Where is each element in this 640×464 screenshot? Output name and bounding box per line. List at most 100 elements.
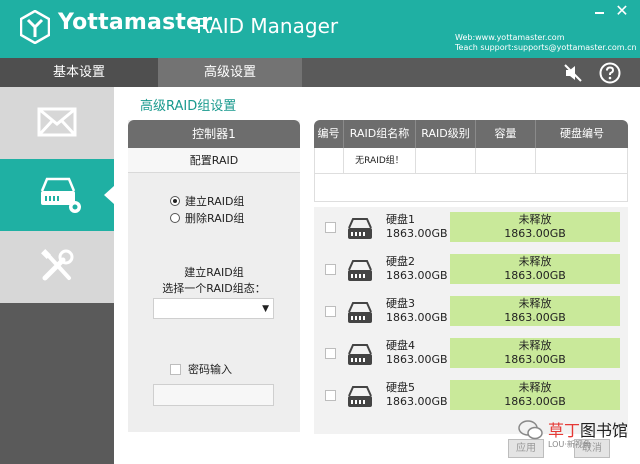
disk-size: 1863.00GB xyxy=(386,353,448,366)
help-icon[interactable] xyxy=(599,62,621,84)
list-item: 硬盘1 1863.00GB 未释放 1863.00GB xyxy=(314,211,628,244)
disk-name: 硬盘2 xyxy=(386,255,415,268)
watermark-red-text: 草丁 xyxy=(548,421,581,440)
disk-size: 1863.00GB xyxy=(386,269,448,282)
disk-status: 未释放 1863.00GB xyxy=(450,380,620,410)
column-header-number: 编号 xyxy=(314,120,344,148)
disk-status: 未释放 1863.00GB xyxy=(450,254,620,284)
tools-icon xyxy=(41,249,74,281)
table-header: 编号 RAID组名称 RAID级别 容量 硬盘编号 xyxy=(314,120,628,148)
support-text: Teach support:supports@yottamaster.com.c… xyxy=(455,43,637,52)
raid-drive-icon xyxy=(40,177,81,213)
title-bar: Yottamaster RAID Manager Web:www.yottama… xyxy=(0,0,640,58)
checkbox-icon xyxy=(170,363,181,375)
password-checkbox[interactable]: 密码输入 xyxy=(170,361,232,377)
mute-icon[interactable] xyxy=(562,62,584,84)
disk-checkbox[interactable] xyxy=(325,390,336,401)
sidebar-item-mail[interactable] xyxy=(0,87,114,159)
disk-checkbox[interactable] xyxy=(325,264,336,275)
column-header-level: RAID级别 xyxy=(416,120,476,148)
hard-disk-icon xyxy=(348,302,372,323)
controller-title: 控制器1 xyxy=(128,120,300,148)
hard-disk-icon xyxy=(348,386,372,407)
list-item: 硬盘3 1863.00GB 未释放 1863.00GB xyxy=(314,295,628,328)
chevron-down-icon: ▼ xyxy=(262,304,269,314)
wechat-icon xyxy=(518,420,543,440)
disk-name: 硬盘4 xyxy=(386,339,415,352)
table-cell xyxy=(476,148,536,173)
raid-group-table: 编号 RAID组名称 RAID级别 容量 硬盘编号 无RAID组！ xyxy=(314,120,628,202)
brand-name: Yottamaster xyxy=(58,10,213,35)
table-row[interactable]: 无RAID组！ xyxy=(314,148,628,174)
disk-status: 未释放 1863.00GB xyxy=(450,296,620,326)
disk-status-size: 1863.00GB xyxy=(504,353,566,366)
main-content: 高级RAID组设置 控制器1 配置RAID 建立RAID组 删除RAID组 建立… xyxy=(114,87,640,464)
create-raid-radio-label: 建立RAID组 xyxy=(185,195,245,208)
raid-mode-select[interactable]: ▼ xyxy=(153,298,274,319)
disk-status: 未释放 1863.00GB xyxy=(450,212,620,242)
contact-info: Web:www.yottamaster.com Teach support:su… xyxy=(455,33,637,53)
column-header-disk-number: 硬盘编号 xyxy=(560,127,604,140)
disk-status-label: 未释放 xyxy=(518,255,552,268)
radio-unselected-icon xyxy=(170,213,180,223)
disk-status-label: 未释放 xyxy=(518,339,552,352)
sidebar xyxy=(0,87,114,464)
tab-basic-settings[interactable]: 基本设置 xyxy=(0,58,158,87)
hard-disk-icon xyxy=(348,344,372,365)
disk-name: 硬盘1 xyxy=(386,213,415,226)
disk-checkbox[interactable] xyxy=(325,306,336,317)
hard-disk-icon xyxy=(348,260,372,281)
watermark-dark-text: 图书馆 xyxy=(580,421,629,440)
list-item: 硬盘2 1863.00GB 未释放 1863.00GB xyxy=(314,253,628,286)
disk-name: 硬盘5 xyxy=(386,381,415,394)
configure-raid-label: 配置RAID xyxy=(128,148,300,173)
disk-checkbox[interactable] xyxy=(325,222,336,233)
disk-size: 1863.00GB xyxy=(386,311,448,324)
app-title: RAID Manager xyxy=(196,14,339,38)
table-cell xyxy=(536,148,628,173)
disk-status-label: 未释放 xyxy=(518,297,552,310)
column-header-capacity: 容量 xyxy=(476,120,536,148)
hard-disk-icon xyxy=(348,218,372,239)
column-header-name: RAID组名称 xyxy=(344,120,416,148)
yottamaster-logo-icon xyxy=(20,10,50,44)
create-raid-radio[interactable]: 建立RAID组 xyxy=(170,194,244,208)
watermark-subtext: LOU·新视角 xyxy=(548,440,591,449)
disk-status-size: 1863.00GB xyxy=(504,269,566,282)
raid-mode-select-label: 选择一个RAID组态： xyxy=(162,282,266,295)
disk-status-label: 未释放 xyxy=(518,381,552,394)
sidebar-item-raid[interactable] xyxy=(0,159,114,231)
controller-panel: 控制器1 配置RAID 建立RAID组 删除RAID组 建立RAID组 选择一个… xyxy=(128,120,300,432)
create-raid-heading: 建立RAID组 xyxy=(184,266,244,279)
disk-status-size: 1863.00GB xyxy=(504,395,566,408)
minimize-button[interactable] xyxy=(591,4,607,20)
disk-status: 未释放 1863.00GB xyxy=(450,338,620,368)
website-text: Web:www.yottamaster.com xyxy=(455,33,565,42)
table-cell: 无RAID组！ xyxy=(344,148,416,173)
disk-status-size: 1863.00GB xyxy=(504,311,566,324)
disk-list: 硬盘1 1863.00GB 未释放 1863.00GB 硬盘2 1863.00G… xyxy=(314,207,628,434)
disk-size: 1863.00GB xyxy=(386,395,448,408)
tab-advanced-settings[interactable]: 高级设置 xyxy=(158,58,302,87)
disk-size: 1863.00GB xyxy=(386,227,448,240)
page-title: 高级RAID组设置 xyxy=(140,99,237,114)
disk-status-size: 1863.00GB xyxy=(504,227,566,240)
list-item: 硬盘4 1863.00GB 未释放 1863.00GB xyxy=(314,337,628,370)
table-cell xyxy=(416,148,476,173)
disk-checkbox[interactable] xyxy=(325,348,336,359)
active-indicator xyxy=(104,186,114,204)
radio-selected-icon xyxy=(170,196,180,206)
watermark: 草丁图书馆 LOU·新视角 xyxy=(518,417,638,457)
watermark-text: 草丁图书馆 xyxy=(548,417,628,441)
password-field[interactable] xyxy=(153,384,274,406)
delete-raid-radio[interactable]: 删除RAID组 xyxy=(170,211,244,225)
table-empty-area xyxy=(314,174,628,202)
disk-name: 硬盘3 xyxy=(386,297,415,310)
password-checkbox-label: 密码输入 xyxy=(188,363,232,376)
delete-raid-radio-label: 删除RAID组 xyxy=(185,212,245,225)
close-button[interactable]: ✕ xyxy=(613,2,631,20)
sidebar-item-tools[interactable] xyxy=(0,231,114,303)
mail-icon xyxy=(37,107,77,137)
top-nav: 基本设置 高级设置 xyxy=(0,58,640,87)
disk-status-label: 未释放 xyxy=(518,213,552,226)
